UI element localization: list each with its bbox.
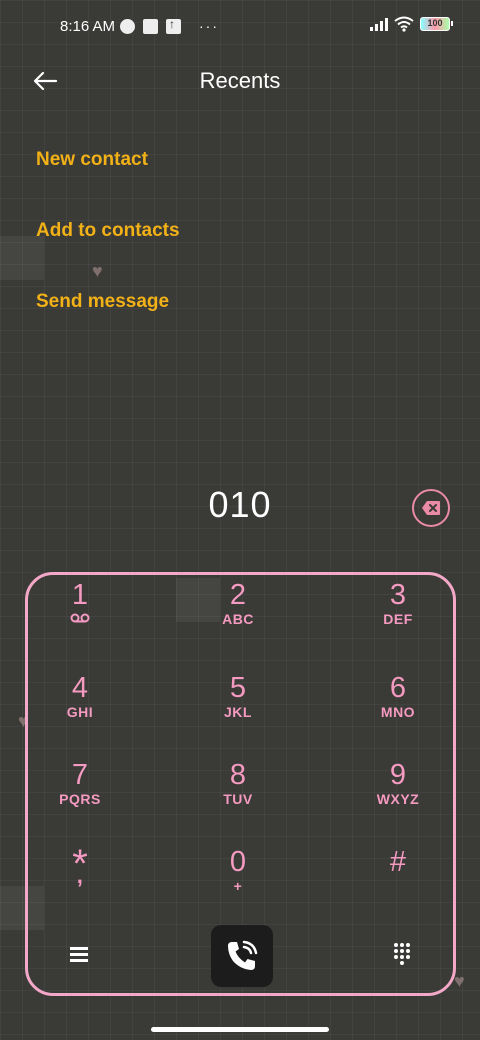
battery-icon: 100 [420, 17, 453, 31]
app-header: Recents [0, 56, 480, 108]
key-digit: 1 [71, 579, 89, 611]
key-5[interactable]: 5 JKL [178, 673, 298, 753]
call-button[interactable] [211, 925, 273, 987]
status-icons-left: ··· [120, 17, 219, 34]
wifi-icon [394, 16, 414, 32]
key-0[interactable]: 0 + [178, 847, 298, 927]
key-digit: 8 [229, 759, 247, 791]
heart-icon: ♥ [454, 971, 465, 991]
key-digit: 2 [229, 579, 247, 611]
upload-icon [166, 17, 181, 34]
key-hash[interactable]: # [338, 847, 458, 927]
key-9[interactable]: 9 WXYZ [338, 760, 458, 840]
key-letters: WXYZ [376, 791, 420, 807]
page-title: Recents [199, 68, 281, 93]
key-letters: , [76, 863, 84, 888]
key-1[interactable]: 1 [20, 580, 140, 660]
key-digit: # [389, 846, 407, 878]
square-icon [143, 18, 158, 34]
key-letters: PQRS [59, 791, 101, 807]
notification-icon [120, 18, 135, 34]
key-3[interactable]: 3 DEF [338, 580, 458, 660]
phone-call-icon [228, 940, 258, 970]
dialed-number: 010 [208, 484, 272, 525]
backspace-button[interactable] [412, 489, 450, 527]
key-digit: 3 [389, 579, 407, 611]
new-contact-button[interactable]: New contact [36, 149, 148, 171]
wallpaper-square [0, 236, 44, 280]
status-bar: 8:16 AM ··· 100 [0, 0, 480, 56]
key-letters: DEF [383, 611, 413, 627]
key-digit: 5 [229, 672, 247, 704]
key-6[interactable]: 6 MNO [338, 673, 458, 753]
key-letters: ABC [222, 611, 254, 627]
key-digit: 6 [389, 672, 407, 704]
key-letters: GHI [66, 704, 94, 720]
key-4[interactable]: 4 GHI [20, 673, 140, 753]
key-letters: + [233, 878, 243, 894]
dialpad-icon[interactable] [394, 943, 414, 969]
menu-icon[interactable] [68, 945, 90, 963]
status-time: 8:16 AM [60, 18, 116, 35]
key-digit: 7 [71, 759, 89, 791]
key-2[interactable]: 2 ABC [178, 580, 298, 660]
signal-icon [370, 17, 388, 31]
key-7[interactable]: 7 PQRS [20, 760, 140, 840]
key-letters: JKL [224, 704, 252, 720]
add-to-contacts-button[interactable]: Add to contacts [36, 220, 180, 242]
key-letters: TUV [223, 791, 253, 807]
key-digit: 4 [71, 672, 89, 704]
keypad: 1 2 ABC 3 DEF 4 GHI 5 JKL 6 MNO 7 PQRS 8… [25, 572, 456, 996]
key-letters: MNO [380, 704, 416, 720]
heart-icon: ♥ [92, 261, 103, 281]
backspace-icon [422, 501, 440, 515]
home-indicator[interactable] [151, 1027, 329, 1032]
status-icons-right: 100 [370, 16, 453, 32]
key-8[interactable]: 8 TUV [178, 760, 298, 840]
key-digit: 9 [389, 759, 407, 791]
send-message-button[interactable]: Send message [36, 291, 169, 313]
key-digit: 0 [229, 846, 247, 878]
voicemail-icon [70, 613, 90, 623]
more-notifications-icon: ··· [199, 18, 219, 34]
key-star[interactable]: * , [20, 844, 140, 927]
